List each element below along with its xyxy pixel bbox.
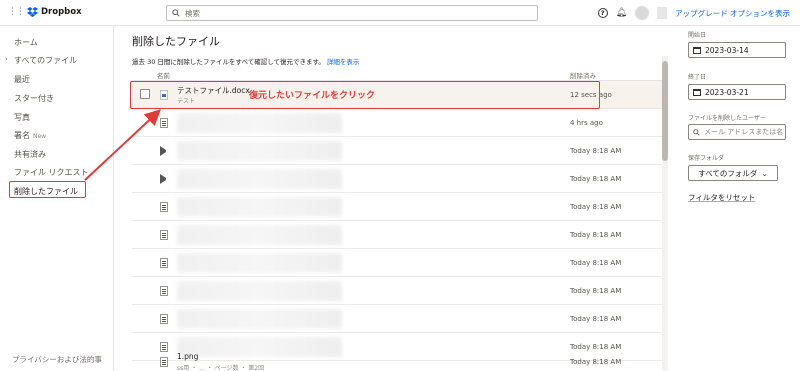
folder-label: 保存フォルダ — [688, 155, 725, 162]
main-content: 削除したファイル 過去 30 日間に削除したファイルをすべて確認して復元できます… — [113, 26, 669, 371]
table-row[interactable]: Today 8:18 AM — [132, 193, 664, 221]
sidebar-item-all-files[interactable]: すべてのファイル — [14, 55, 77, 66]
table-row[interactable]: Today 8:18 AM — [132, 221, 664, 249]
deleted-time: Today 8:18 AM — [570, 259, 622, 267]
table-row[interactable]: Today 8:18 AM — [132, 249, 664, 277]
top-bar: ⋮⋮ Dropbox 検索 ? 🔔︎ アップグレード オプションを表示 — [0, 0, 800, 26]
deleted-time: Today 8:18 AM — [570, 175, 622, 183]
scrollbar-thumb[interactable] — [662, 61, 668, 161]
brand[interactable]: ⋮⋮ Dropbox — [8, 7, 82, 17]
blurred-file-name — [177, 225, 342, 245]
help-icon[interactable]: ? — [597, 8, 608, 18]
folder-value: すべてのフォルダ — [698, 168, 758, 178]
file-icon — [160, 357, 168, 367]
blurred-file-name — [177, 141, 342, 161]
file-icon — [160, 202, 168, 212]
avatar[interactable] — [635, 6, 650, 20]
reset-filters-link[interactable]: フィルタをリセット — [688, 192, 755, 203]
table-row[interactable]: 4 hrs ago — [132, 109, 664, 137]
video-icon — [160, 174, 168, 184]
calendar-icon — [693, 46, 701, 54]
file-icon — [160, 314, 168, 324]
table-row[interactable]: Today 8:18 AM — [132, 277, 664, 305]
start-date-label: 開始日 — [688, 32, 707, 39]
page-title: 削除したファイル — [132, 35, 220, 48]
sidebar-item-recent[interactable]: 最近 — [14, 74, 30, 85]
end-date-label: 終了日 — [688, 74, 707, 81]
bell-icon[interactable]: 🔔︎ — [616, 8, 627, 18]
blurred-file-name — [177, 309, 342, 329]
new-badge: New — [33, 133, 47, 140]
deleted-time: Today 8:18 AM — [570, 147, 622, 155]
filter-panel: 開始日 2023-03-14 終了日 2023-03-21 ファイルを削除したユ… — [680, 26, 800, 371]
table-row[interactable]: Today 8:18 AM — [132, 165, 664, 193]
sidebar-item-home[interactable]: ホーム — [14, 37, 38, 48]
deleted-by-placeholder: メール アドレスまたは名 — [704, 128, 784, 136]
upgrade-link[interactable]: アップグレード オプションを表示 — [675, 8, 790, 19]
dropbox-logo-icon — [27, 7, 38, 17]
start-date-field[interactable]: 2023-03-14 — [688, 42, 786, 58]
file-location: ss用 ・ ... ・ ページ数 ・ 第2回 — [177, 365, 265, 371]
blurred-file-name — [177, 113, 342, 133]
chevron-down-icon: ⌄ — [761, 168, 768, 178]
deleted-time: Today 8:18 AM — [570, 358, 622, 366]
deleted-time: 4 hrs ago — [570, 119, 603, 127]
blurred-file-name — [177, 197, 342, 217]
sidebar-item-signature[interactable]: 署名 New — [14, 130, 46, 141]
end-date-field[interactable]: 2023-03-21 — [688, 84, 786, 100]
deleted-time: Today 8:18 AM — [570, 231, 622, 239]
sidebar-item-starred[interactable]: スター付き — [14, 93, 54, 104]
annotation-text: 復元したいファイルをクリック — [249, 91, 376, 101]
blurred-file-name — [177, 281, 342, 301]
sidebar-item-label: 署名 — [14, 131, 30, 140]
deleted-time: Today 8:18 AM — [570, 287, 622, 295]
chevron-right-icon[interactable]: › — [5, 55, 8, 63]
table-row[interactable]: Today 8:18 AM — [132, 137, 664, 165]
end-date-value: 2023-03-21 — [705, 87, 749, 97]
deleted-files-highlight-box — [9, 181, 86, 198]
search-input[interactable]: 検索 — [166, 5, 538, 21]
scrollbar[interactable] — [662, 56, 668, 371]
deleted-time: Today 8:18 AM — [570, 203, 622, 211]
folder-dropdown[interactable]: すべてのフォルダ ⌄ — [688, 165, 778, 181]
sidebar-item-shared[interactable]: 共有済み — [14, 149, 46, 160]
sidebar-item-file-requests[interactable]: ファイル リクエスト — [14, 167, 89, 178]
privacy-link[interactable]: プライバシーおよび法的事 — [12, 354, 102, 365]
file-icon — [160, 258, 168, 268]
blurred-file-name — [177, 253, 342, 273]
file-name[interactable]: 1.png — [177, 352, 198, 361]
table-row[interactable]: Today 8:18 AM — [132, 305, 664, 333]
deleted-by-input[interactable]: メール アドレスまたは名 — [688, 124, 786, 140]
app-grid-icon[interactable]: ⋮⋮ — [8, 7, 25, 17]
file-icon — [160, 230, 168, 240]
search-placeholder: 検索 — [185, 8, 200, 18]
sidebar-item-photos[interactable]: 写真 — [14, 112, 30, 123]
deleted-time: Today 8:18 AM — [570, 315, 622, 323]
file-icon — [160, 286, 168, 296]
app-name: Dropbox — [41, 7, 82, 17]
video-icon — [160, 146, 168, 156]
learn-more-link[interactable]: 詳細を表示 — [327, 58, 360, 66]
column-header-name[interactable]: 名前 — [157, 70, 170, 80]
calendar-icon — [693, 88, 701, 96]
page-subtitle: 過去 30 日間に削除したファイルをすべて確認して復元できます。 詳細を表示 — [132, 56, 359, 66]
search-icon — [172, 9, 180, 17]
blurred-file-name — [177, 169, 342, 189]
file-icon — [160, 118, 168, 128]
sidebar: ホーム › すべてのファイル 最近 スター付き 写真 署名 New 共有済み ファ… — [0, 26, 105, 371]
blurred-user-name — [657, 7, 668, 19]
search-icon — [693, 128, 700, 136]
column-header-deleted[interactable]: 削除済み — [570, 70, 596, 80]
subtitle-text: 過去 30 日間に削除したファイルをすべて確認して復元できます。 — [132, 58, 325, 66]
deleted-by-label: ファイルを削除したユーザー — [688, 115, 766, 122]
table-row[interactable]: 1.png ss用 ・ ... ・ ページ数 ・ 第2回 Today 8:18 … — [132, 348, 664, 371]
start-date-value: 2023-03-14 — [705, 45, 749, 55]
